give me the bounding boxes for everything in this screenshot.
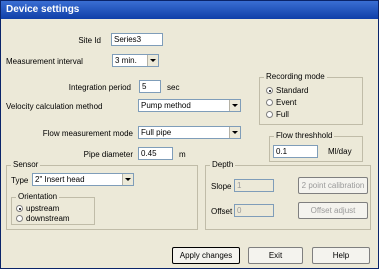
sensor-type-value: 2" Insert head — [35, 175, 85, 184]
sensor-type-select[interactable]: 2" Insert head — [32, 173, 134, 186]
measurement-interval-select[interactable]: 3 min. — [112, 54, 159, 67]
radio-unselected-icon — [266, 99, 273, 106]
recording-mode-caption: Recording mode — [264, 72, 327, 82]
orientation-upstream-radio[interactable]: upstream — [16, 204, 86, 214]
pipe-diameter-input[interactable]: 0.45 — [138, 147, 173, 160]
chevron-down-icon[interactable] — [229, 127, 240, 138]
pipe-diameter-label: Pipe diameter — [83, 150, 133, 159]
exit-button[interactable]: Exit — [248, 247, 303, 264]
radio-unselected-icon — [16, 215, 23, 222]
flow-threshold-input[interactable]: 0.1 — [273, 145, 318, 158]
offset-label: Offset — [211, 207, 233, 216]
site-id-input[interactable]: Series3 — [111, 33, 163, 46]
flow-threshold-unit: Ml/day — [328, 147, 352, 156]
recording-mode-option-label: Event — [276, 98, 297, 107]
measurement-interval-value: 3 min. — [115, 56, 137, 65]
recording-mode-option-label: Standard — [276, 86, 309, 95]
velocity-method-label: Velocity calculation method — [6, 102, 103, 111]
integration-period-input[interactable]: 5 — [139, 80, 161, 93]
recording-mode-event-radio[interactable]: Event — [266, 98, 336, 108]
depth-caption: Depth — [210, 160, 236, 170]
chevron-down-icon[interactable] — [122, 174, 133, 185]
sensor-group: Sensor Type 2" Insert head Orientation u… — [6, 160, 198, 230]
recording-mode-option-label: Full — [276, 110, 289, 119]
flow-threshold-caption: Flow threshhold — [274, 131, 335, 141]
orientation-caption: Orientation — [16, 192, 60, 202]
radio-selected-icon — [16, 205, 23, 212]
orientation-downstream-radio[interactable]: downstream — [16, 214, 86, 224]
slope-input[interactable]: 1 — [234, 179, 274, 192]
two-point-calibration-button[interactable]: 2 point calibration — [298, 177, 368, 194]
help-button[interactable]: Help — [312, 247, 370, 264]
slope-label: Slope — [211, 182, 232, 191]
flow-threshold-group: Flow threshhold 0.1 Ml/day — [269, 131, 363, 162]
velocity-method-select[interactable]: Pump method — [138, 99, 241, 112]
window-title: Device settings — [6, 4, 80, 15]
offset-adjust-button[interactable]: Offset adjust — [298, 202, 368, 219]
sensor-type-label: Type — [11, 176, 29, 185]
chevron-down-icon[interactable] — [147, 55, 158, 66]
sensor-caption: Sensor — [11, 160, 41, 170]
flow-mode-label: Flow measurement mode — [42, 129, 133, 138]
device-settings-window: Device settings Site Id Series3 Measurem… — [0, 0, 379, 269]
integration-period-unit: sec — [167, 83, 180, 92]
title-bar[interactable]: Device settings — [1, 1, 378, 19]
radio-selected-icon — [266, 87, 273, 94]
chevron-down-icon[interactable] — [229, 100, 240, 111]
pipe-diameter-unit: m — [179, 150, 186, 159]
velocity-method-value: Pump method — [141, 101, 191, 110]
recording-mode-standard-radio[interactable]: Standard — [266, 86, 336, 96]
recording-mode-full-radio[interactable]: Full — [266, 110, 336, 120]
radio-unselected-icon — [266, 111, 273, 118]
site-id-label: Site Id — [78, 36, 101, 45]
flow-mode-value: Full pipe — [141, 128, 172, 137]
depth-group: Depth Slope 1 Offset 0 2 point calibrati… — [205, 160, 371, 230]
orientation-option-label: downstream — [26, 214, 70, 223]
recording-mode-group: Recording mode Standard Event Full — [259, 72, 363, 125]
offset-input[interactable]: 0 — [234, 204, 274, 217]
integration-period-label: Integration period — [68, 83, 131, 92]
flow-mode-select[interactable]: Full pipe — [138, 126, 241, 139]
measurement-interval-label: Measurement interval — [6, 57, 83, 66]
apply-changes-button[interactable]: Apply changes — [172, 247, 240, 264]
orientation-group: Orientation upstream downstream — [11, 192, 95, 225]
orientation-option-label: upstream — [26, 204, 60, 213]
